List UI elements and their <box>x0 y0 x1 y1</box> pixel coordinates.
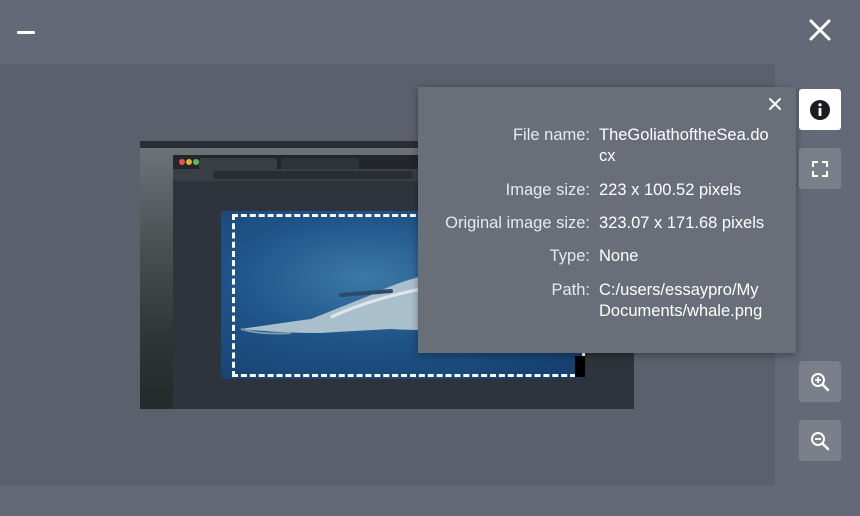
address-bar <box>213 171 413 179</box>
zoom-out-icon <box>811 431 830 450</box>
info-icon <box>810 99 830 120</box>
info-button[interactable] <box>799 89 841 130</box>
info-close-button[interactable] <box>766 95 784 113</box>
close-icon <box>809 19 831 41</box>
type-label: Type: <box>549 247 590 265</box>
fullscreen-button[interactable] <box>799 148 841 189</box>
minimize-button[interactable] <box>8 14 44 50</box>
bottom-bar <box>0 485 860 516</box>
fullscreen-icon <box>812 160 828 177</box>
original-size-label: Original image size: <box>445 214 590 232</box>
zoom-in-button[interactable] <box>799 361 841 402</box>
path-label: Path: <box>551 281 590 299</box>
close-button[interactable] <box>802 12 838 48</box>
browser-tab <box>281 158 359 169</box>
selection-handle[interactable] <box>575 356 585 377</box>
title-bar <box>0 0 860 64</box>
file-name-label: File name: <box>512 126 590 144</box>
image-size-value: 223 x 100.52 pixels <box>599 181 742 199</box>
zoom-out-button[interactable] <box>799 420 841 461</box>
image-size-label: Image size: <box>505 181 590 199</box>
file-name-value: TheGoliathoftheSea.docx <box>599 126 769 165</box>
original-size-value: 323.07 x 171.68 pixels <box>599 214 765 232</box>
path-value: C:/users/essaypro/My Documents/whale.png <box>599 281 763 320</box>
browser-tab <box>199 158 277 169</box>
close-icon <box>769 98 781 110</box>
zoom-in-icon <box>811 372 830 391</box>
type-value: None <box>599 247 639 265</box>
